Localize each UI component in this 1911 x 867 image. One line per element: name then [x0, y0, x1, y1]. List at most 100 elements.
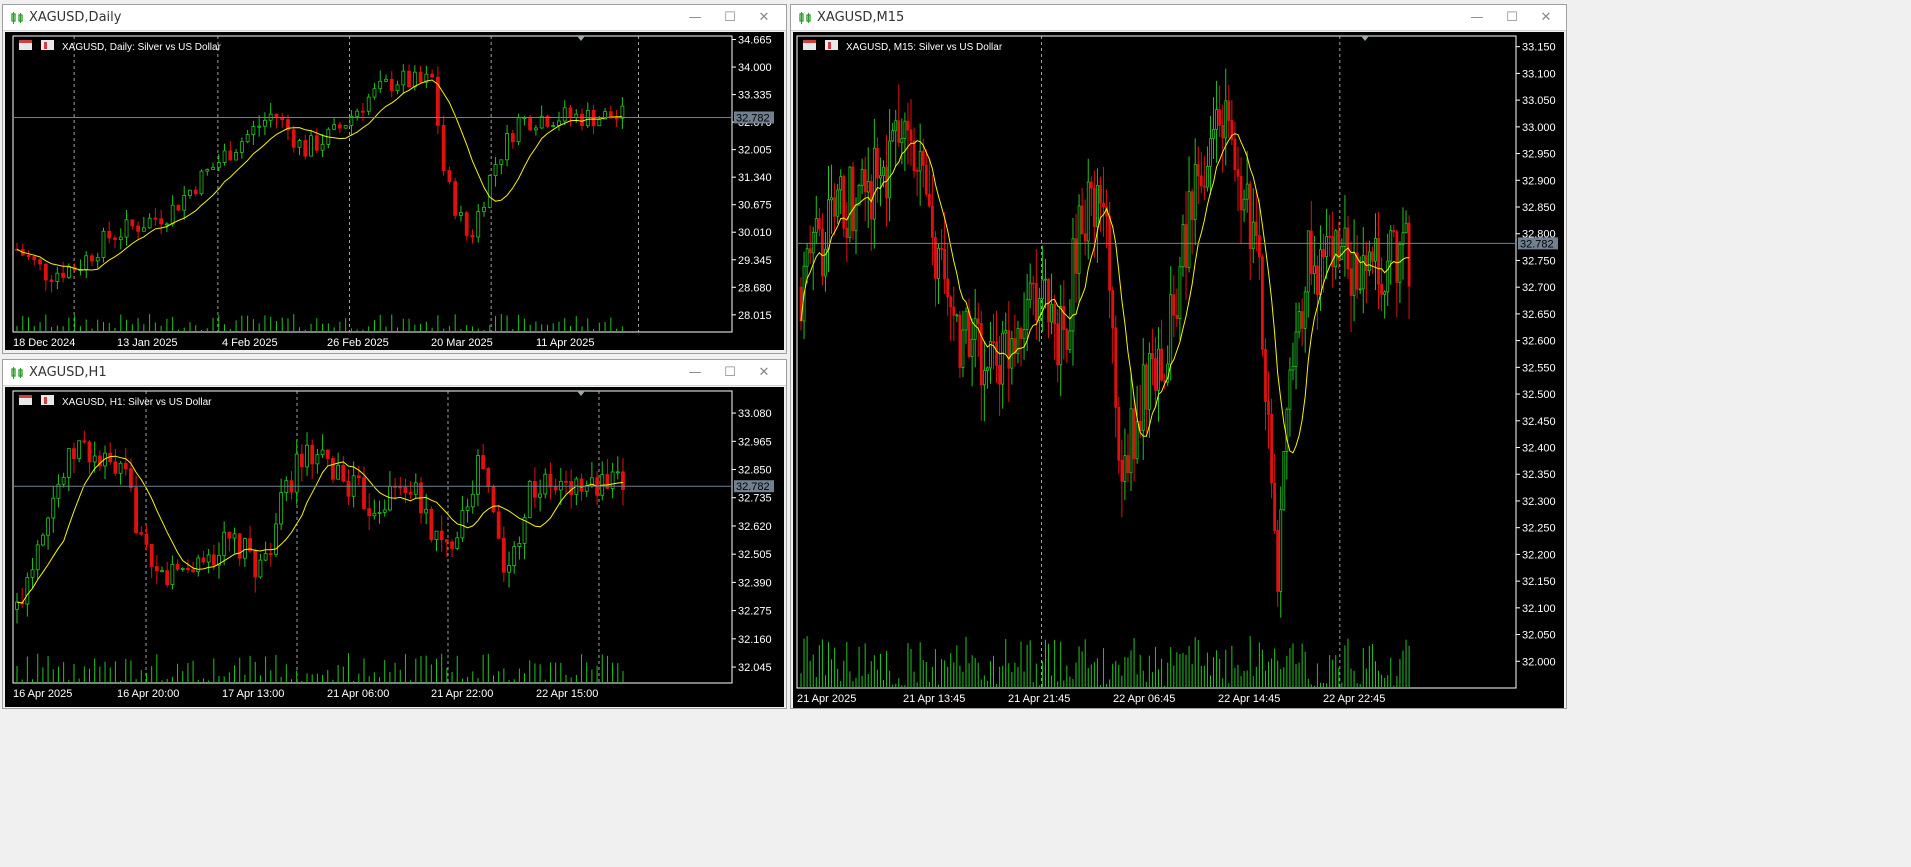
- candle-body: [1193, 163, 1197, 221]
- candle-body: [61, 272, 66, 278]
- candle-body: [303, 140, 308, 157]
- candle-body: [447, 170, 452, 183]
- chart-window-daily[interactable]: XAGUSD,Daily — ☐ ✕ 34.665 34.000 33.335 32.…: [2, 4, 787, 354]
- candle-body: [232, 533, 237, 539]
- candle-body: [320, 449, 325, 456]
- candle-body: [1019, 327, 1023, 339]
- candle-body: [486, 468, 491, 488]
- y-tick-label: 32.965: [738, 436, 772, 448]
- candle-body: [49, 279, 54, 282]
- candle-body: [1059, 306, 1063, 366]
- candle-body: [998, 364, 1002, 385]
- candle-body: [444, 539, 449, 543]
- candle-body: [1358, 288, 1362, 291]
- candle-body: [912, 140, 916, 171]
- candle-body: [87, 441, 92, 463]
- candle-body: [201, 557, 206, 563]
- candlestick-icon: [11, 12, 23, 24]
- minimize-icon[interactable]: —: [686, 9, 704, 27]
- y-tick-label: 32.505: [738, 549, 772, 561]
- candle-body: [343, 124, 348, 129]
- candle-body: [1349, 268, 1353, 296]
- candle-body: [242, 538, 247, 559]
- minimize-icon[interactable]: —: [1468, 9, 1486, 27]
- candle-body: [401, 70, 406, 86]
- candle-body: [811, 231, 815, 254]
- candle-body: [470, 493, 475, 508]
- candle-body: [382, 509, 387, 513]
- maximize-icon[interactable]: ☐: [721, 9, 739, 27]
- chart-info-label: XAGUSD, H1: Silver vs US Dollar: [62, 397, 212, 408]
- y-tick-label: 32.250: [1522, 523, 1556, 535]
- candle-body: [239, 141, 244, 153]
- candle-body: [885, 166, 888, 199]
- window-titlebar[interactable]: XAGUSD,Daily — ☐ ✕: [3, 5, 786, 31]
- chart-window-h1[interactable]: XAGUSD,H1 — ☐ ✕ 33.080 32.965 32.850 32.735…: [2, 359, 787, 709]
- candle-body: [395, 84, 400, 92]
- candle-body: [408, 492, 413, 495]
- window-titlebar[interactable]: XAGUSD,H1 — ☐ ✕: [3, 360, 786, 386]
- candle-body: [263, 119, 267, 127]
- candle-body: [257, 125, 262, 128]
- candle-body: [118, 462, 123, 474]
- candle-body: [1309, 230, 1313, 275]
- y-tick-label: 32.300: [1522, 496, 1556, 508]
- candle-body: [211, 166, 215, 170]
- candle-body: [355, 110, 360, 117]
- candle-body: [1361, 255, 1365, 290]
- x-tick-label: 21 Apr 21:45: [1008, 693, 1070, 705]
- y-tick-label: 32.950: [1522, 149, 1556, 161]
- candle-body: [1199, 175, 1203, 187]
- chart-window-m15[interactable]: XAGUSD,M15 — ☐ ✕ 33.150 33.100 33.050 33.00…: [790, 4, 1567, 709]
- candle-body: [992, 341, 995, 343]
- candle-body: [251, 126, 256, 136]
- candle-body: [291, 129, 296, 148]
- candle-body: [866, 180, 870, 193]
- candle-body: [1297, 311, 1301, 333]
- close-icon[interactable]: ✕: [1537, 9, 1555, 27]
- candle-body: [372, 512, 377, 517]
- y-tick-label: 28.015: [738, 310, 772, 322]
- candle-body: [543, 473, 548, 495]
- candle-body: [315, 454, 320, 465]
- candle-body: [833, 197, 837, 217]
- candle-body: [346, 480, 351, 497]
- window-titlebar[interactable]: XAGUSD,M15 — ☐ ✕: [791, 5, 1566, 31]
- candle-body: [1319, 249, 1322, 295]
- maximize-icon[interactable]: ☐: [721, 364, 739, 382]
- y-tick-label: 32.550: [1522, 362, 1556, 374]
- plot-frame: [12, 35, 733, 333]
- price-chart[interactable]: 33.080 32.965 32.850 32.735 32.620 32.505 32.3…: [5, 387, 784, 707]
- candle-body: [979, 323, 983, 386]
- candle-body: [191, 569, 195, 573]
- candle-body: [1044, 278, 1047, 281]
- candle-body: [134, 487, 139, 534]
- candle-body: [61, 476, 66, 485]
- candle-body: [82, 440, 87, 443]
- y-tick-label: 32.100: [1522, 603, 1556, 615]
- y-tick-label: 32.850: [738, 465, 772, 477]
- x-tick-label: 4 Feb 2025: [222, 337, 278, 349]
- candle-body: [585, 109, 590, 127]
- close-icon[interactable]: ✕: [755, 364, 773, 382]
- candle-body: [1261, 256, 1264, 350]
- candle-body: [842, 176, 846, 229]
- maximize-icon[interactable]: ☐: [1503, 9, 1521, 27]
- candle-body: [958, 314, 962, 368]
- candle-body: [1270, 413, 1273, 484]
- candle-body: [1371, 251, 1374, 262]
- price-chart[interactable]: 33.150 33.100 33.050 33.000 32.950 32.900 32.8…: [793, 32, 1564, 708]
- y-tick-label: 32.150: [1522, 576, 1556, 588]
- candle-body: [66, 266, 71, 278]
- candle-body: [377, 511, 382, 514]
- minimize-icon[interactable]: —: [686, 364, 704, 382]
- candle-body: [1169, 294, 1173, 365]
- close-icon[interactable]: ✕: [755, 9, 773, 27]
- price-chart[interactable]: 34.66534.00033.33532.67032.00531.34030.6…: [5, 32, 784, 350]
- price-tag-label: 32.782: [1520, 238, 1554, 250]
- candle-body: [808, 248, 812, 254]
- candle-body: [464, 212, 469, 236]
- candle-body: [1242, 198, 1246, 211]
- candle-body: [1050, 303, 1053, 323]
- candle-body: [84, 255, 89, 270]
